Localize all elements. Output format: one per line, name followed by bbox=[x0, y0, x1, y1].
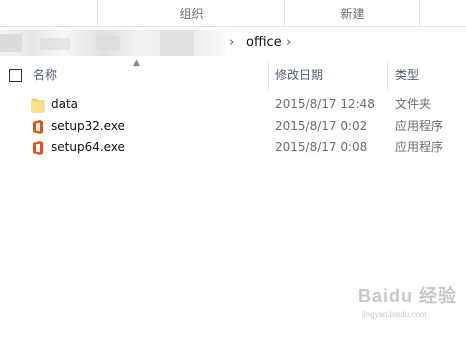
select-all-checkbox[interactable] bbox=[9, 69, 22, 82]
office-app-icon bbox=[33, 141, 43, 155]
watermark-url: jingyan.baidu.com bbox=[362, 310, 427, 319]
file-row-data[interactable]: data 2015/8/17 12:48 文件夹 bbox=[0, 94, 466, 115]
ribbon-group-organize: 组织 bbox=[97, 0, 285, 26]
column-header-row: 名称 修改日期 类型 bbox=[0, 62, 466, 90]
office-app-icon bbox=[33, 120, 43, 134]
file-date: 2015/8/17 0:02 bbox=[275, 119, 368, 133]
file-name: setup64.exe bbox=[51, 140, 125, 154]
baidu-watermark: Baidu 经验 jingyan.baidu.com bbox=[340, 282, 460, 340]
watermark-brand: Baidu 经验 bbox=[358, 286, 458, 306]
file-date: 2015/8/17 12:48 bbox=[275, 97, 375, 111]
file-date: 2015/8/17 0:08 bbox=[275, 140, 368, 154]
address-bar[interactable]: › office › bbox=[0, 30, 466, 56]
column-header-type[interactable]: 类型 bbox=[395, 62, 419, 88]
address-path-blurred bbox=[0, 30, 226, 56]
ribbon-group-bar: 组织 新建 bbox=[0, 0, 466, 27]
folder-icon bbox=[31, 98, 45, 113]
breadcrumb-office[interactable]: office bbox=[246, 33, 282, 53]
ribbon-group-new: 新建 bbox=[284, 0, 420, 26]
file-row-setup64[interactable]: setup64.exe 2015/8/17 0:08 应用程序 bbox=[0, 137, 466, 158]
ribbon-group-open bbox=[419, 0, 466, 26]
column-divider[interactable] bbox=[387, 62, 388, 90]
column-divider[interactable] bbox=[268, 62, 269, 90]
file-name: setup32.exe bbox=[51, 119, 125, 133]
file-type: 应用程序 bbox=[395, 140, 444, 154]
chevron-right-icon[interactable]: › bbox=[229, 33, 234, 53]
column-header-modified[interactable]: 修改日期 bbox=[275, 62, 323, 88]
chevron-right-icon[interactable]: › bbox=[286, 33, 291, 53]
file-type: 应用程序 bbox=[395, 119, 444, 133]
ribbon-group-blank bbox=[0, 0, 97, 26]
column-header-name[interactable]: 名称 bbox=[33, 62, 57, 88]
file-name: data bbox=[51, 97, 79, 111]
file-row-setup32[interactable]: setup32.exe 2015/8/17 0:02 应用程序 bbox=[0, 116, 466, 137]
file-type: 文件夹 bbox=[395, 97, 432, 111]
